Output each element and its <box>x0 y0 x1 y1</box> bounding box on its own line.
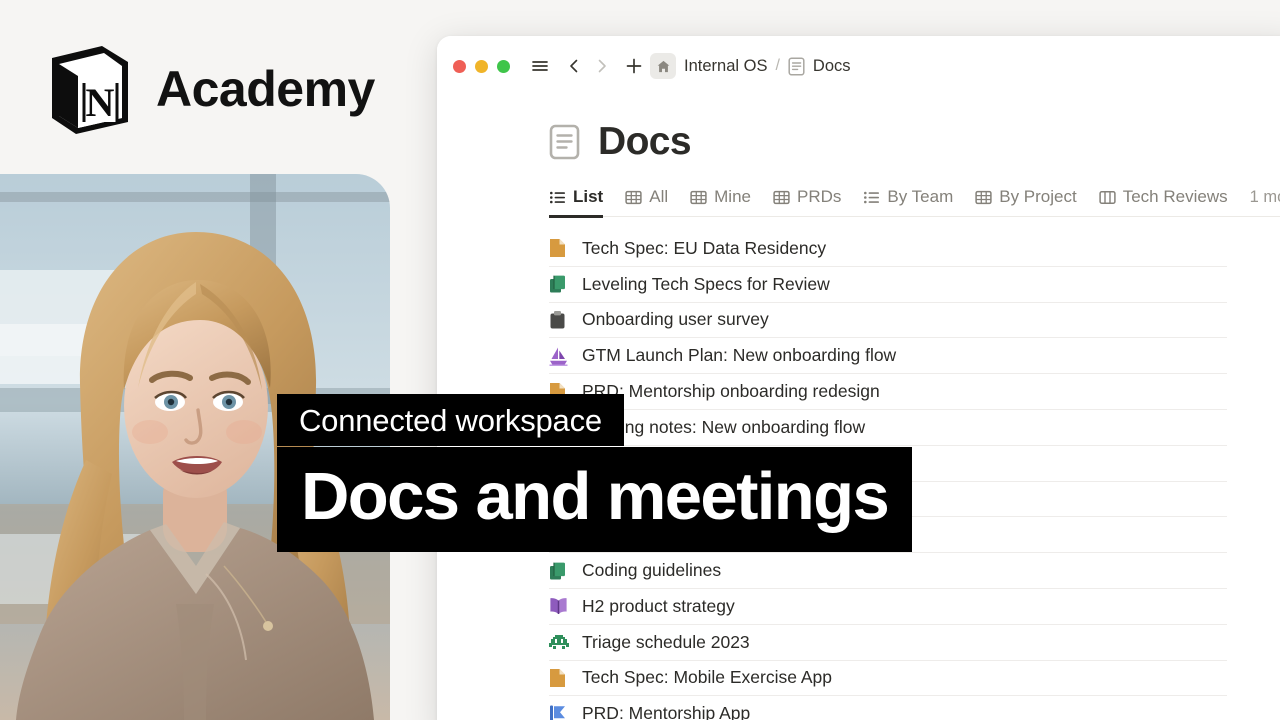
list-item-title: Leveling Tech Specs for Review <box>582 273 830 294</box>
notion-academy-brand: N Academy <box>44 42 375 136</box>
document-icon <box>788 56 805 76</box>
clipboard-icon <box>549 310 570 330</box>
breadcrumb-workspace[interactable]: Internal OS <box>684 57 767 76</box>
traffic-lights <box>453 59 510 73</box>
breadcrumb-page[interactable]: Docs <box>813 57 851 76</box>
list-item[interactable]: PRD: Mentorship App <box>549 696 1227 720</box>
tab-list-label: List <box>573 187 604 206</box>
table-view-icon <box>773 189 790 206</box>
books-green-icon <box>549 561 570 581</box>
tab-by-team-label: By Team <box>887 187 954 206</box>
tab-by-team[interactable]: By Team <box>863 187 953 216</box>
list-item[interactable]: Coding guidelines <box>549 553 1227 589</box>
list-item-title: PRD: Mentorship App <box>582 703 751 720</box>
chevron-left-icon[interactable] <box>560 52 588 80</box>
brand-wordmark: Academy <box>156 61 375 117</box>
notion-app-window: Internal OS / Docs Docs List All Mine PR… <box>437 36 1280 720</box>
list-item[interactable]: Tech Spec: EU Data Residency <box>549 231 1227 267</box>
caption-headline: Docs and meetings <box>277 447 913 552</box>
plus-icon[interactable] <box>620 52 648 80</box>
maximize-window-button[interactable] <box>497 59 510 73</box>
list-item[interactable]: GTM Launch Plan: New onboarding flow <box>549 338 1227 375</box>
view-tabs: List All Mine PRDs By Team By Project Te… <box>549 187 1280 218</box>
svg-text:N: N <box>86 80 115 125</box>
list-item[interactable]: Tech Spec: Mobile Exercise App <box>549 661 1227 697</box>
caption-eyebrow: Connected workspace <box>277 394 624 446</box>
list-item-title: GTM Launch Plan: New onboarding flow <box>582 345 897 366</box>
chevron-right-icon[interactable] <box>588 52 616 80</box>
list-item[interactable]: Leveling Tech Specs for Review <box>549 267 1227 303</box>
list-item-title: Tech Spec: EU Data Residency <box>582 237 827 258</box>
minimize-window-button[interactable] <box>475 59 488 73</box>
notion-cube-icon: N <box>44 42 134 136</box>
space-invader-green-icon <box>549 633 570 651</box>
page-title-row: Docs <box>549 122 1280 161</box>
list-item-title: Triage schedule 2023 <box>582 631 750 652</box>
table-view-icon <box>690 189 707 206</box>
page-document-icon <box>549 124 580 160</box>
sailboat-purple-icon <box>549 346 570 366</box>
page-title: Docs <box>598 120 692 163</box>
tab-by-project[interactable]: By Project <box>975 187 1077 216</box>
table-view-icon <box>975 189 992 206</box>
tab-tech-reviews-label: Tech Reviews <box>1122 187 1228 206</box>
tab-prds-label: PRDs <box>797 187 842 206</box>
table-view-icon <box>625 189 642 206</box>
tab-list[interactable]: List <box>549 187 604 218</box>
list-item[interactable]: Onboarding user survey <box>549 303 1227 339</box>
tab-prds[interactable]: PRDs <box>773 187 841 216</box>
close-window-button[interactable] <box>453 59 466 73</box>
tab-tech-reviews[interactable]: Tech Reviews <box>1099 187 1228 216</box>
books-green-icon <box>549 274 570 294</box>
tabs-overflow-button[interactable]: 1 more <box>1250 188 1280 216</box>
board-view-icon <box>1099 189 1116 206</box>
list-item-title: Meeting notes: New onboarding flow <box>582 416 866 437</box>
hamburger-menu-icon[interactable] <box>526 52 554 80</box>
list-item-title: Onboarding user survey <box>582 309 769 330</box>
list-item[interactable]: H2 product strategy <box>549 589 1227 625</box>
tab-mine[interactable]: Mine <box>690 187 751 216</box>
open-book-purple-icon <box>549 596 570 616</box>
page-orange-icon <box>549 668 570 688</box>
flag-blue-icon <box>549 704 570 720</box>
list-item-title: Coding guidelines <box>582 560 722 581</box>
list-view-icon <box>863 189 880 206</box>
list-item[interactable]: PRD: Mentorship onboarding redesign <box>549 374 1227 410</box>
breadcrumb-separator: / <box>775 57 780 74</box>
page-orange-icon <box>549 238 570 258</box>
screenshot-root: N Academy Internal OS / Docs Docs List A… <box>0 0 1280 720</box>
house-icon[interactable] <box>650 53 676 79</box>
tab-all[interactable]: All <box>625 187 668 216</box>
tab-all-label: All <box>649 187 669 206</box>
list-view-icon <box>549 189 566 206</box>
list-item[interactable]: Triage schedule 2023 <box>549 625 1227 661</box>
window-titlebar: Internal OS / Docs <box>437 36 1280 96</box>
list-item-title: H2 product strategy <box>582 595 735 616</box>
tab-mine-label: Mine <box>714 187 751 206</box>
list-item-title: Tech Spec: Mobile Exercise App <box>582 667 832 688</box>
list-item-title: PRD: Mentorship onboarding redesign <box>582 381 880 402</box>
tab-by-project-label: By Project <box>999 187 1077 206</box>
list-item[interactable]: Meeting notes: New onboarding flow <box>549 410 1227 446</box>
